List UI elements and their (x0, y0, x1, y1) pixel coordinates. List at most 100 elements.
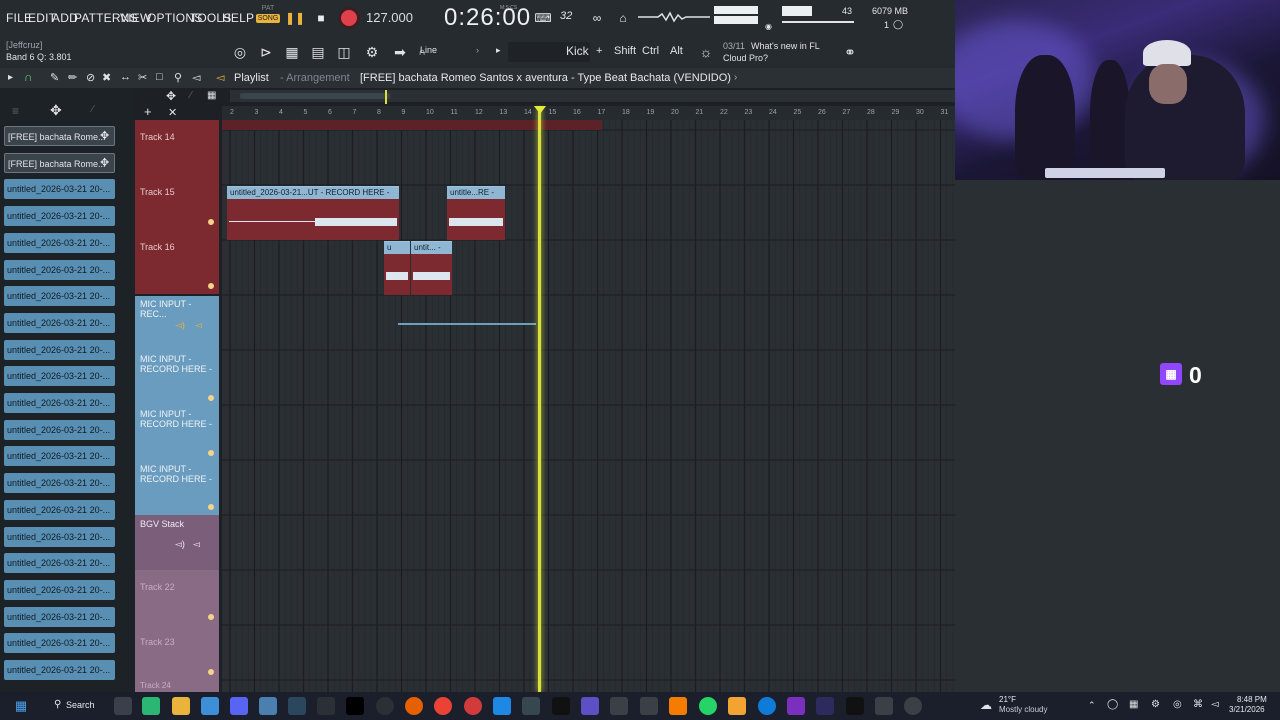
track-header-mic-input[interactable]: MIC INPUT - REC... ◅) ◅ (135, 296, 219, 351)
pattern-item[interactable]: untitled_2026-03-21 20-... (4, 312, 115, 333)
track-dot-icon[interactable] (208, 669, 214, 675)
track-header-24[interactable]: Track 24 (135, 680, 219, 692)
track-move-icon[interactable]: ✥ (166, 89, 176, 103)
track-dot-icon[interactable] (208, 614, 214, 620)
pattern-item[interactable]: untitled_2026-03-21 20-... (4, 660, 115, 680)
twitch-taskbar-icon[interactable] (787, 697, 805, 715)
automation-clip[interactable] (398, 323, 536, 325)
game-icon[interactable] (581, 697, 599, 715)
pencil-link-icon[interactable]: ∕ (190, 90, 192, 101)
volume-icon[interactable]: ◅ (1211, 699, 1219, 710)
tiktok-icon[interactable] (346, 697, 364, 715)
snap-select[interactable]: Line (420, 45, 437, 55)
news-icon[interactable]: ☼ (696, 42, 716, 62)
pattern-item[interactable]: untitled_2026-03-21 20-... (4, 339, 115, 360)
channel-prev-icon[interactable]: ▸ (496, 45, 501, 56)
track-speaker-icon[interactable]: ◅) (175, 320, 185, 331)
track-dot-icon[interactable] (208, 283, 214, 289)
pattern-item[interactable]: untitled_2026-03-21 20-... (4, 206, 115, 227)
whatsapp-icon[interactable] (699, 697, 717, 715)
chrome-icon[interactable] (434, 697, 452, 715)
capcut-icon[interactable] (552, 697, 570, 715)
slice-icon[interactable]: ✂ (138, 71, 147, 84)
pattern-item[interactable]: untitled_2026-03-21 20-... (4, 499, 115, 520)
track-header-16[interactable]: Track 16 (135, 230, 219, 294)
app-icon[interactable] (875, 697, 893, 715)
alt-key[interactable]: Alt (670, 45, 683, 57)
zoom-icon[interactable]: ⚲ (174, 71, 182, 84)
pattern-item[interactable]: untitled_2026-03-21 20-... (4, 553, 115, 574)
pattern-item[interactable]: untitled_2026-03-21 20-... (4, 473, 115, 494)
pattern-item[interactable]: [FREE] bachata Rome... (4, 152, 115, 173)
add-track-icon[interactable]: + (144, 104, 152, 119)
channel-rack-icon[interactable]: ▦ (282, 42, 302, 62)
windows-start-icon[interactable]: ▦ (12, 697, 30, 715)
search-icon[interactable]: ⚲ (54, 699, 61, 710)
task-view-icon[interactable] (114, 697, 132, 715)
pattern-move-icon[interactable]: ✥ (100, 129, 109, 142)
app-icon[interactable] (846, 697, 864, 715)
bgv-mute-icon[interactable]: ◅ (193, 539, 200, 550)
pattern-move-icon[interactable]: ✥ (100, 156, 109, 169)
app-icon[interactable] (464, 697, 482, 715)
arrow-right-icon[interactable]: ➡ (390, 42, 410, 62)
file-explorer-icon[interactable] (172, 697, 190, 715)
delete-icon[interactable]: ⊘ (86, 71, 95, 84)
loop-icon[interactable]: ∞ (586, 8, 608, 28)
pattern-item[interactable]: untitled_2026-03-21 20-... (4, 526, 115, 547)
discord-icon[interactable] (230, 697, 248, 715)
pencil-icon[interactable]: ✎ (50, 71, 59, 84)
xbox-icon[interactable] (142, 697, 160, 715)
master-volume-icon[interactable]: ◉ (765, 22, 772, 31)
browser-icon[interactable]: ◫ (334, 42, 354, 62)
track-grid-icon[interactable]: ▦ (207, 90, 216, 101)
clock-time[interactable]: 8:48 PM (1237, 695, 1267, 704)
mute-icon[interactable]: ✖ (102, 71, 111, 84)
steam-icon[interactable] (288, 697, 306, 715)
pattern-item[interactable]: untitled_2026-03-21 20-... (4, 633, 115, 654)
pattern-item[interactable]: untitled_2026-03-21 20-... (4, 446, 115, 467)
track-header-mic-4[interactable]: MIC INPUT - RECORD HERE - (135, 461, 219, 515)
tray-mic-icon[interactable]: ◎ (1173, 699, 1182, 710)
tray-app-icon[interactable]: ◯ (1107, 699, 1118, 710)
slip-icon[interactable]: ↔ (120, 71, 131, 83)
track-header-23[interactable]: Track 23 (135, 625, 219, 680)
typing-keyboard-icon[interactable]: ⌨ (532, 8, 554, 28)
magnet-snap-icon[interactable]: ∩ (24, 70, 33, 84)
app-icon[interactable] (816, 697, 834, 715)
paint-icon[interactable]: ✏ (68, 71, 77, 84)
track-header-14[interactable]: Track 14 (135, 120, 219, 175)
weather-temperature[interactable]: 21°F (999, 695, 1016, 704)
close-icon[interactable]: ✕ (168, 106, 177, 119)
obs-icon[interactable] (376, 697, 394, 715)
wifi-icon[interactable]: ⌘ (1193, 699, 1203, 710)
menu-help[interactable]: HELP (222, 11, 254, 25)
audio-clip[interactable]: untit... - (411, 241, 452, 295)
bgv-speaker-icon[interactable]: ◅) (175, 539, 185, 550)
pattern-item[interactable]: untitled_2026-03-21 20-... (4, 259, 115, 280)
metronome-icon[interactable]: ⌂ (612, 8, 634, 28)
media-player-icon[interactable] (904, 697, 922, 715)
pattern-item[interactable]: untitled_2026-03-21 20-... (4, 179, 115, 200)
app-icon[interactable] (669, 697, 687, 715)
audio-clip[interactable]: untitle...RE - (447, 186, 505, 240)
pattern-item[interactable]: [FREE] bachata Rome... (4, 126, 115, 146)
mixer-icon[interactable]: ⚙ (362, 42, 382, 62)
track-header-22[interactable]: Track 22 (135, 570, 219, 625)
pattern-item[interactable]: untitled_2026-03-21 20-... (4, 606, 115, 627)
track-header-bgv-stack[interactable]: BGV Stack ◅) ◅ (135, 515, 219, 570)
news-title-line2[interactable]: Cloud Pro? (723, 53, 768, 63)
weather-description[interactable]: Mostly cloudy (999, 705, 1047, 714)
piano-roll-icon[interactable]: ▤ (308, 42, 328, 62)
photos-icon[interactable] (201, 697, 219, 715)
pattern-item[interactable]: untitled_2026-03-21 20-... (4, 286, 115, 307)
notes-icon[interactable] (493, 697, 511, 715)
pause-button[interactable]: ❚❚ (284, 8, 306, 28)
pattern-item[interactable]: untitled_2026-03-21 20-... (4, 232, 115, 253)
shift-key[interactable]: Shift (614, 45, 636, 57)
edge-icon[interactable] (758, 697, 776, 715)
play-arrow-icon[interactable]: ▸ (8, 72, 13, 83)
pattern-view-icon[interactable]: ≡ (12, 104, 19, 118)
playhead[interactable] (538, 108, 541, 692)
stop-button[interactable]: ■ (310, 8, 332, 28)
